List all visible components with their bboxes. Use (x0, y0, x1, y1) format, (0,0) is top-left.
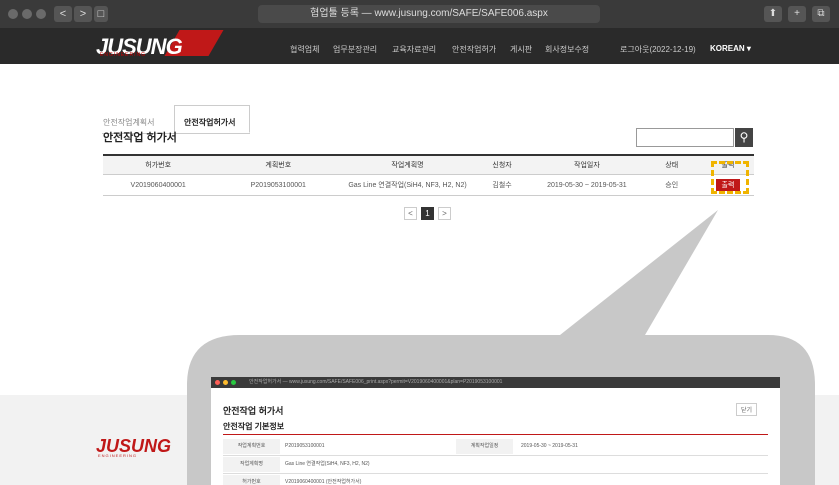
field-label-plan-no: 작업계획번호 (223, 439, 280, 454)
field-value-permit-no: V2019060400001 (안전작업허가서) (285, 479, 362, 485)
popup-close-button[interactable]: 닫기 (736, 403, 758, 416)
field-label-plan-name: 작업계획명 (223, 457, 280, 472)
popup-divider (223, 434, 768, 435)
row-divider (223, 455, 768, 456)
field-value-plan-name: Gas Line 연결작업(SiH4, NF3, H2, N2) (285, 461, 370, 467)
popup-subtitle: 안전작업 기본정보 (223, 422, 285, 431)
popup-title: 안전작업 허가서 (223, 406, 284, 416)
popup-address: 안전작업허가서 — www.jusung.com/SAFE/SAFE006_pr… (249, 379, 503, 385)
popup-zoom-dot[interactable] (231, 380, 236, 385)
popup-close-dot[interactable] (215, 380, 220, 385)
row-divider (223, 473, 768, 474)
popup-minimize-dot[interactable] (223, 380, 228, 385)
field-value-schedule: 2019-05-30 ~ 2019-05-31 (521, 443, 578, 449)
field-label-schedule: 계획작업일정 (456, 439, 513, 454)
print-preview-window: 안전작업허가서 — www.jusung.com/SAFE/SAFE006_pr… (211, 377, 780, 485)
field-label-permit-no: 허가번호 (223, 475, 280, 485)
field-value-plan-no: P2019053100001 (285, 443, 325, 449)
